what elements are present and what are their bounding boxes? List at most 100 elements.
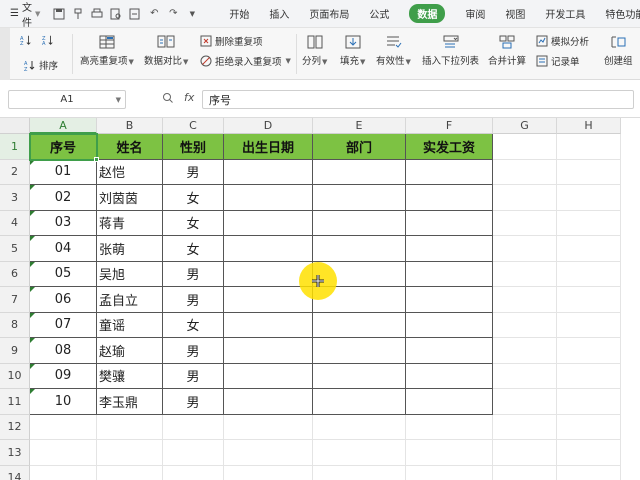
- formula-input[interactable]: 序号: [202, 90, 634, 109]
- cell-g9[interactable]: [493, 338, 557, 364]
- cell-a6[interactable]: 05: [30, 261, 97, 287]
- column-header-b[interactable]: B: [97, 118, 163, 134]
- cell-h2[interactable]: [557, 159, 621, 185]
- cell-b1[interactable]: 姓名: [97, 134, 163, 160]
- cell-b6[interactable]: 吴旭: [97, 261, 163, 287]
- cell-g13[interactable]: [493, 440, 557, 466]
- cell-d12[interactable]: [224, 414, 313, 440]
- cell-a8[interactable]: 07: [30, 312, 97, 338]
- cell-f3[interactable]: [406, 185, 493, 211]
- cell-c7[interactable]: 男: [163, 287, 224, 313]
- cell-a4[interactable]: 03: [30, 210, 97, 236]
- cell-d1[interactable]: 出生日期: [224, 134, 313, 160]
- cell-f11[interactable]: [406, 389, 493, 415]
- cell-g1[interactable]: [493, 134, 557, 160]
- column-header-a[interactable]: A: [30, 118, 97, 134]
- cell-b12[interactable]: [97, 414, 163, 440]
- cell-b2[interactable]: 赵恺: [97, 159, 163, 185]
- column-header-e[interactable]: E: [313, 118, 406, 134]
- file-menu-button[interactable]: ☰ 文件 ▼: [0, 0, 46, 29]
- cell-f2[interactable]: [406, 159, 493, 185]
- reject-duplicate-entry-button[interactable]: 拒绝录入重复项 ▼: [200, 54, 291, 68]
- save-icon[interactable]: [52, 7, 66, 21]
- cell-f4[interactable]: [406, 210, 493, 236]
- column-header-d[interactable]: D: [224, 118, 313, 134]
- cell-h14[interactable]: [557, 465, 621, 480]
- cell-f6[interactable]: [406, 261, 493, 287]
- cell-d13[interactable]: [224, 440, 313, 466]
- cell-b4[interactable]: 蒋青: [97, 210, 163, 236]
- tab-view[interactable]: 视图: [495, 0, 535, 28]
- cell-f13[interactable]: [406, 440, 493, 466]
- row-header-6[interactable]: 6: [0, 261, 30, 287]
- cell-h9[interactable]: [557, 338, 621, 364]
- cell-d9[interactable]: [224, 338, 313, 364]
- cell-f1[interactable]: 实发工资: [406, 134, 493, 160]
- cell-c12[interactable]: [163, 414, 224, 440]
- data-compare-button[interactable]: 数据对比▼: [144, 34, 188, 67]
- cell-f12[interactable]: [406, 414, 493, 440]
- cell-c3[interactable]: 女: [163, 185, 224, 211]
- undo-icon[interactable]: ↶: [147, 7, 161, 21]
- fill-button[interactable]: 填充▼: [340, 34, 365, 67]
- tab-home[interactable]: 开始: [219, 0, 259, 28]
- cell-g2[interactable]: [493, 159, 557, 185]
- delete-duplicates-button[interactable]: 删除重复项: [200, 34, 263, 48]
- cell-g11[interactable]: [493, 389, 557, 415]
- cell-d5[interactable]: [224, 236, 313, 262]
- cell-c1[interactable]: 性别: [163, 134, 224, 160]
- cell-g10[interactable]: [493, 363, 557, 389]
- cell-b14[interactable]: [97, 465, 163, 480]
- cell-b10[interactable]: 樊骧: [97, 363, 163, 389]
- cell-e11[interactable]: [313, 389, 406, 415]
- cell-c10[interactable]: 男: [163, 363, 224, 389]
- cell-h4[interactable]: [557, 210, 621, 236]
- cell-g5[interactable]: [493, 236, 557, 262]
- cell-d7[interactable]: [224, 287, 313, 313]
- cell-h11[interactable]: [557, 389, 621, 415]
- create-group-button[interactable]: 创建组: [604, 34, 633, 67]
- fill-handle[interactable]: [94, 156, 99, 162]
- cell-f7[interactable]: [406, 287, 493, 313]
- cell-c5[interactable]: 女: [163, 236, 224, 262]
- consolidate-button[interactable]: 合并计算: [488, 34, 526, 67]
- cell-c4[interactable]: 女: [163, 210, 224, 236]
- cell-c6[interactable]: 男: [163, 261, 224, 287]
- print-icon[interactable]: [90, 7, 104, 21]
- sort-descending-button[interactable]: ZA: [42, 34, 54, 47]
- customize-toolbar-icon[interactable]: ▼: [185, 7, 199, 21]
- cell-h8[interactable]: [557, 312, 621, 338]
- cell-g14[interactable]: [493, 465, 557, 480]
- sort-button[interactable]: AZ 排序: [24, 58, 58, 72]
- row-header-7[interactable]: 7: [0, 287, 30, 313]
- cell-c13[interactable]: [163, 440, 224, 466]
- row-header-8[interactable]: 8: [0, 312, 30, 338]
- cell-d2[interactable]: [224, 159, 313, 185]
- cell-h1[interactable]: [557, 134, 621, 160]
- cell-a5[interactable]: 04: [30, 236, 97, 262]
- validity-button[interactable]: 有效性▼: [376, 34, 411, 67]
- cell-f14[interactable]: [406, 465, 493, 480]
- cell-c14[interactable]: [163, 465, 224, 480]
- column-header-h[interactable]: H: [557, 118, 621, 134]
- column-header-g[interactable]: G: [493, 118, 557, 134]
- cell-a3[interactable]: 02: [30, 185, 97, 211]
- cell-b5[interactable]: 张萌: [97, 236, 163, 262]
- cell-e9[interactable]: [313, 338, 406, 364]
- cell-e8[interactable]: [313, 312, 406, 338]
- cell-c11[interactable]: 男: [163, 389, 224, 415]
- print-preview-icon[interactable]: [109, 7, 123, 21]
- row-header-5[interactable]: 5: [0, 236, 30, 262]
- insert-dropdown-list-button[interactable]: 插入下拉列表: [422, 34, 479, 67]
- tab-formulas[interactable]: 公式: [359, 0, 399, 28]
- select-all-corner[interactable]: [0, 118, 30, 134]
- cell-f5[interactable]: [406, 236, 493, 262]
- tab-insert[interactable]: 插入: [259, 0, 299, 28]
- cell-a10[interactable]: 09: [30, 363, 97, 389]
- cell-c9[interactable]: 男: [163, 338, 224, 364]
- cell-g3[interactable]: [493, 185, 557, 211]
- cell-f8[interactable]: [406, 312, 493, 338]
- cell-g12[interactable]: [493, 414, 557, 440]
- tab-review[interactable]: 审阅: [455, 0, 495, 28]
- row-header-1[interactable]: 1: [0, 134, 30, 160]
